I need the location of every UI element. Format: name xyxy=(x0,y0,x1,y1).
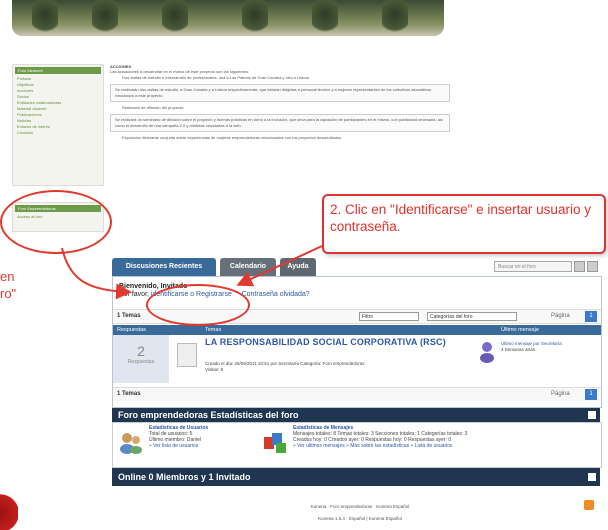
topics-count: 1 Temas xyxy=(117,313,141,319)
topics-table-header: Respuestas Temas Último mensaje xyxy=(113,325,601,335)
content-bullet-2: Seminario de difusión del proyecto. xyxy=(122,105,185,110)
replies-count: 2 xyxy=(137,343,145,359)
annotation-left-text: en ro" xyxy=(0,269,17,301)
annotation-callout-text: 2. Clic en "Identificarse" e insertar us… xyxy=(330,202,591,234)
page-label-bottom: Página xyxy=(551,391,570,397)
footer-line-2: Kunena 1.6.4 · Español | Kunena Español xyxy=(318,516,402,521)
replies-cell: 2 Respuestas xyxy=(113,335,169,383)
online-title: Online 0 Miembros y 1 Invitado xyxy=(118,472,251,482)
sidebar-menu: Foro Ideasnet Portada Objetivos Acciones… xyxy=(12,64,104,186)
search-advanced-button[interactable] xyxy=(587,261,598,272)
stats-body: Estadísticas de Usuarios Total de usuari… xyxy=(112,422,602,468)
topic-title-link[interactable]: LA RESPONSABILIDAD SOCIAL CORPORATIVA (R… xyxy=(205,337,450,347)
stats-header-bar: Foro emprendedoras Estadísticas del foro xyxy=(112,408,600,422)
forum-search-input[interactable]: Buscar en el foro xyxy=(494,261,572,272)
content-box-1: Se realizarán dos visitas de estudio, a … xyxy=(110,84,450,102)
message-stats-icon xyxy=(263,431,287,455)
stats-title: Foro emprendedoras Estadísticas del foro xyxy=(118,410,299,420)
rss-icon[interactable] xyxy=(584,500,594,510)
topic-meta-created: Creado el día: 26/09/2011 10:51 por Secr… xyxy=(205,361,365,366)
online-collapse-icon[interactable] xyxy=(588,473,596,481)
topic-meta: Creado el día: 26/09/2011 10:51 por Secr… xyxy=(205,361,475,373)
tab-ayuda[interactable]: Ayuda xyxy=(280,258,316,276)
tab-discusiones-recientes[interactable]: Discusiones Recientes xyxy=(112,258,216,276)
col-replies: Respuestas xyxy=(117,327,147,333)
footer-line-1: Kunena · Foro emprendedoras · Kunena Esp… xyxy=(310,504,410,509)
welcome-prefix: Por favor, xyxy=(119,291,149,298)
page-label: Página xyxy=(551,313,570,319)
content-bullet-1: Dos visitas de estudio e intercambio de … xyxy=(122,75,310,80)
tab-calendario[interactable]: Calendario xyxy=(220,258,276,276)
replies-label: Respuestas xyxy=(127,359,155,365)
messages-stats: Estadísticas de Mensajes Mensajes totale… xyxy=(293,425,593,449)
sidebar-item-contacto[interactable]: Contacto xyxy=(13,130,103,136)
col-last-message: Último mensaje xyxy=(501,327,539,333)
forgot-password-link[interactable]: Contraseña olvidada? xyxy=(242,291,310,298)
users-stats: Estadísticas de Usuarios Total de usuari… xyxy=(149,425,208,449)
last-message-info: Último mensaje por Secretaría 4 Semanas … xyxy=(501,341,597,353)
topic-views: Visitas: 8 xyxy=(205,367,224,372)
decorative-red-shape xyxy=(0,488,18,530)
table-row: 2 Respuestas LA RESPONSABILIDAD SOCIAL C… xyxy=(113,335,601,383)
user-avatar-icon xyxy=(479,341,495,363)
filter-select[interactable]: Filtro xyxy=(359,312,419,321)
search-button[interactable] xyxy=(574,261,585,272)
content-box-2: Se realizará un seminario de difusión so… xyxy=(110,114,450,132)
col-topics: Temas xyxy=(205,327,222,333)
messages-links[interactable]: » Ver últimos mensajes » Más sobre las e… xyxy=(293,443,453,449)
category-select[interactable]: Categorías del foro xyxy=(427,312,517,321)
page-number-button[interactable]: 1 xyxy=(585,311,597,322)
annotation-callout: 2. Clic en "Identificarse" e insertar us… xyxy=(322,194,606,254)
users-list-link[interactable]: » Ver lista de usuarios xyxy=(149,443,198,449)
annotation-oval-login xyxy=(146,284,250,326)
last-message-by[interactable]: Último mensaje por Secretaría xyxy=(501,341,562,346)
topics-count-bottom: 1 Temas xyxy=(117,391,141,397)
collapse-icon[interactable] xyxy=(588,411,596,419)
users-group-icon xyxy=(119,431,143,455)
last-message-time: 4 Semanas atrás xyxy=(501,347,536,352)
annotation-oval-sidebar xyxy=(0,190,112,254)
page-number-button-bottom[interactable]: 1 xyxy=(585,389,597,400)
topic-document-icon xyxy=(177,343,197,367)
header-banner-image xyxy=(12,0,444,36)
topics-toolbar-bottom: 1 Temas Página 1 xyxy=(113,387,601,401)
online-header-bar: Online 0 Miembros y 1 Invitado xyxy=(112,468,600,486)
content-bullet-3: Exposición itinerante conjunta sobre exp… xyxy=(122,135,343,140)
sidebar-header: Foro Ideasnet xyxy=(15,67,101,74)
